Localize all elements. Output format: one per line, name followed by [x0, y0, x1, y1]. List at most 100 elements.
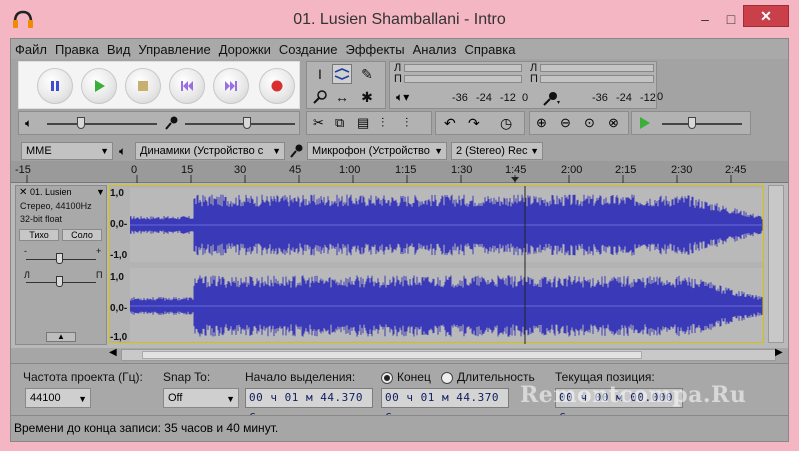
pb-tick-2: -24	[476, 92, 492, 104]
end-radio-label: Конец	[397, 370, 431, 384]
fit-project-icon[interactable]: ⊗	[608, 115, 619, 131]
chevron-down-icon: ▼	[226, 394, 235, 404]
menu-generate[interactable]: Создание	[275, 42, 342, 57]
skip-end-icon	[225, 81, 237, 91]
playback-meter-r[interactable]	[404, 75, 522, 83]
copy-icon[interactable]: ⧉	[335, 115, 344, 131]
input-volume-thumb[interactable]	[243, 117, 251, 129]
cut-icon[interactable]: ✂	[313, 115, 324, 131]
play-at-speed-icon[interactable]	[638, 116, 652, 130]
device-toolbar: MME ▼ 🔈︎ Динамики (Устройство с ▼ Микрофон…	[11, 141, 788, 161]
pencil-tool-icon[interactable]: ✎	[357, 64, 377, 84]
multi-tool-icon[interactable]: ✱	[357, 87, 377, 107]
track-close-icon[interactable]: ✕	[19, 187, 27, 198]
scroll-right-icon[interactable]: ▶	[775, 347, 783, 358]
rec-meter-r-label: П	[530, 73, 538, 85]
menu-help[interactable]: Справка	[460, 42, 519, 57]
input-device-value: Микрофон (Устройство	[312, 145, 430, 157]
input-channels-select[interactable]: 2 (Stereo) Rec ▼	[451, 142, 543, 160]
horizontal-scrollbar[interactable]	[121, 349, 776, 361]
record-meter-r[interactable]	[540, 75, 654, 83]
record-icon	[271, 80, 283, 92]
record-meter-l[interactable]	[540, 64, 654, 72]
pan-right-label: П	[96, 270, 103, 280]
skip-to-start-button[interactable]	[169, 68, 205, 104]
menu-file[interactable]: Файл	[11, 42, 51, 57]
menu-tracks[interactable]: Дорожки	[215, 42, 275, 57]
vertical-scrollbar[interactable]	[768, 185, 784, 343]
snap-to-value: Off	[168, 392, 183, 404]
timeline-ruler[interactable]: -15 0 15 30 45 1:00 1:15 1:30 1:45 2:00 …	[11, 161, 788, 183]
end-radio[interactable]	[381, 372, 393, 384]
envelope-tool-icon[interactable]	[332, 64, 352, 84]
pan-slider-thumb[interactable]	[56, 276, 63, 287]
gain-slider-thumb[interactable]	[56, 253, 63, 264]
gain-minus-label: -	[24, 246, 27, 256]
playback-meter-l[interactable]	[404, 64, 522, 72]
selection-tool-icon[interactable]: I	[310, 64, 330, 84]
input-device-select[interactable]: Микрофон (Устройство ▼	[307, 142, 447, 160]
selection-start-field[interactable]: 00 ч 01 м 44.370 с	[245, 388, 373, 422]
selection-end-field[interactable]: 00 ч 01 м 44.370 с	[381, 388, 509, 422]
rec-tick-4: 0	[657, 91, 664, 103]
audio-host-select[interactable]: MME ▼	[21, 142, 113, 160]
input-volume-slider[interactable]	[185, 123, 295, 125]
skip-to-end-button[interactable]	[213, 68, 249, 104]
fit-selection-icon[interactable]: ⊙	[584, 115, 595, 131]
collapse-track-button[interactable]: ▲	[46, 332, 76, 342]
output-device-select[interactable]: Динамики (Устройство с ▼	[135, 142, 285, 160]
speed-slider[interactable]	[662, 123, 742, 125]
project-rate-select[interactable]: 44100 ▼	[25, 388, 91, 408]
redo-icon[interactable]: ↷	[468, 115, 480, 132]
menu-edit[interactable]: Правка	[51, 42, 103, 57]
snap-to-select[interactable]: Off ▼	[163, 388, 239, 408]
horizontal-scroll-thumb[interactable]	[142, 351, 642, 359]
scale-top-label-2: 1,0	[110, 272, 124, 283]
project-rate-label: Частота проекта (Гц):	[23, 370, 143, 384]
scale-top-label: 1,0	[110, 188, 124, 199]
zoom-in-icon[interactable]: ⊕	[536, 115, 547, 131]
pb-tick-4: 0	[522, 92, 529, 104]
chevron-down-icon[interactable]: ▼	[96, 187, 105, 197]
close-button[interactable]: ✕	[743, 5, 789, 27]
undo-icon[interactable]: ↶	[444, 115, 456, 132]
play-button[interactable]	[81, 68, 117, 104]
scroll-left-icon[interactable]: ◀	[109, 347, 117, 358]
input-volume-mic-icon	[165, 116, 178, 130]
stop-button[interactable]	[125, 68, 161, 104]
transport-toolbar	[18, 61, 300, 109]
skip-start-icon	[181, 81, 193, 91]
paste-icon[interactable]: ▤	[357, 115, 369, 131]
speed-slider-thumb[interactable]	[688, 117, 696, 129]
length-radio[interactable]	[441, 372, 453, 384]
stop-icon	[138, 81, 148, 91]
output-volume-thumb[interactable]	[77, 117, 85, 129]
undo-toolbar: ↶ ↷ ◷	[435, 111, 525, 135]
waveform-frame[interactable]: 1,0 0,0- -1,0 1,0 0,0- -1,0	[109, 185, 764, 344]
zoom-out-icon[interactable]: ⊖	[560, 115, 571, 131]
menu-transport[interactable]: Управление	[134, 42, 214, 57]
zoom-tool-icon[interactable]	[310, 87, 330, 107]
maximize-button[interactable]: □	[720, 8, 742, 30]
menu-effects[interactable]: Эффекты	[341, 42, 408, 57]
track-name-menu[interactable]: 01. Lusien	[30, 187, 72, 197]
chevron-down-icon: ▼	[272, 146, 281, 156]
input-channels-value: 2 (Stereo) Rec	[456, 145, 528, 157]
title-bar: 01. Lusien Shamballani - Intro – □ ✕	[0, 0, 799, 38]
pause-button[interactable]	[37, 68, 73, 104]
solo-button[interactable]: Соло	[62, 229, 102, 241]
sync-lock-icon[interactable]: ◷	[500, 115, 512, 132]
output-volume-slider[interactable]	[47, 123, 157, 125]
track-control-panel: ✕ 01. Lusien ▼ Стерео, 44100Hz 32-bit fl…	[15, 185, 107, 345]
record-button[interactable]	[259, 68, 295, 104]
timeshift-tool-icon[interactable]: ↔	[332, 87, 352, 107]
menu-analyze[interactable]: Анализ	[409, 42, 461, 57]
minimize-button[interactable]: –	[690, 8, 720, 30]
scale-bottom-label-2: -1,0	[110, 332, 128, 343]
trim-icon[interactable]: ⫶	[381, 115, 384, 131]
mute-button[interactable]: Тихо	[19, 229, 59, 241]
watermark: Remontcompa.Ru	[520, 382, 747, 408]
speaker-icon: 🔈︎▾	[396, 90, 410, 104]
silence-icon[interactable]: ⫶	[405, 115, 408, 131]
menu-view[interactable]: Вид	[103, 42, 135, 57]
